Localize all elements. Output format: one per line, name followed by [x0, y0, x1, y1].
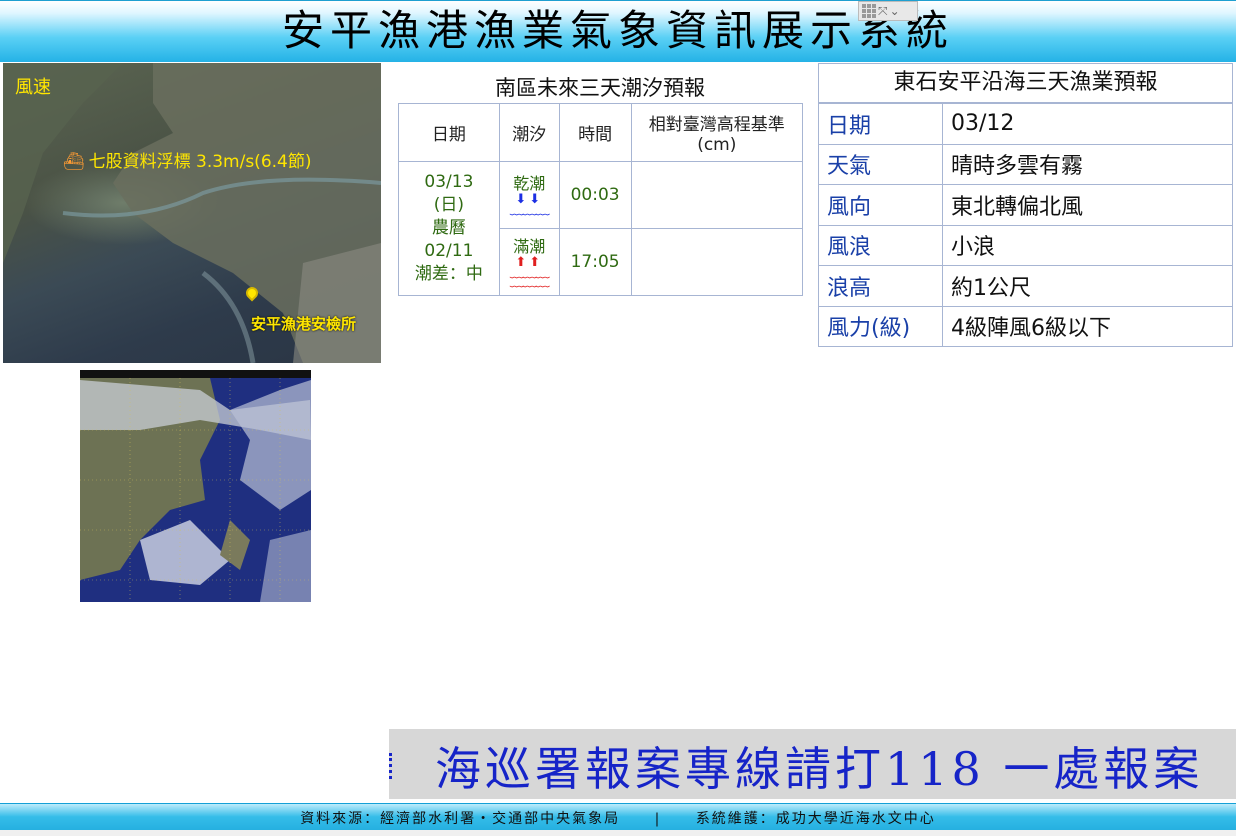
- wave-icon: ﹏﹏﹏ ﹏﹏﹏: [509, 264, 550, 290]
- tide-table: 日期 潮汐 時間 相對臺灣高程基準(cm) 03/13 (日) 農曆 02/11…: [398, 103, 804, 296]
- fishery-forecast-title: 東石安平沿海三天漁業預報: [818, 63, 1233, 103]
- tide-range: 潮差：中: [414, 264, 483, 284]
- footer-maintainer: 系統維護：成功大學近海水文中心: [695, 811, 936, 827]
- table-row: 日期 03/12: [818, 103, 1233, 145]
- tide-col-time: 時間: [558, 103, 632, 162]
- tide-forecast-title: 南區未來三天潮汐預報: [495, 76, 705, 100]
- view-options-widget[interactable]: ⤧ ⌄: [858, 1, 918, 21]
- page-title: 安平漁港漁業氣象資訊展示系統: [281, 6, 954, 55]
- table-row: 03/13 (日) 農曆 02/11 潮差：中 乾潮 ⬇⬇ ﹏﹏﹏ 00:03: [398, 161, 804, 296]
- tide-type-cell: 乾潮 ⬇⬇ ﹏﹏﹏: [498, 161, 560, 229]
- footer-source: 資料來源：經濟部水利署‧交通部中央氣象局: [300, 811, 621, 827]
- tide-time: 17:05: [558, 228, 632, 296]
- grid-icon[interactable]: [862, 4, 876, 18]
- satellite-graphic: [80, 378, 311, 602]
- wind-map-panel[interactable]: 風速 ⛴ 七股資料浮標 3.3m/s(6.4節) 安平漁港安檢所: [3, 63, 381, 363]
- tide-solar-date: 03/13: [424, 172, 474, 192]
- fishery-key: 日期: [818, 103, 943, 145]
- tide-header-row: 日期 潮汐 時間 相對臺灣高程基準(cm): [398, 103, 804, 162]
- wave-icon: ﹏﹏﹏: [509, 202, 550, 218]
- header-bar: 安平漁港漁業氣象資訊展示系統 ⤧ ⌄: [0, 0, 1236, 62]
- tide-col-type: 潮汐: [498, 103, 560, 162]
- table-row: 風向 東北轉偏北風: [818, 184, 1233, 226]
- fishery-key: 風浪: [818, 224, 943, 266]
- buoy-wind-value: 3.3m/s(6.4節): [196, 152, 312, 172]
- buoy-name: 七股資料浮標: [88, 152, 191, 172]
- fishery-key: 風向: [818, 184, 943, 226]
- fishery-value: 小浪: [942, 224, 1233, 266]
- fishery-table: 日期 03/12 天氣 晴時多雲有霧 風向 東北轉偏北風 風浪 小浪 浪高 約1…: [818, 103, 1233, 347]
- fishery-value: 4級陣風6級以下: [942, 305, 1233, 347]
- station-label: 安平漁港安檢所: [251, 315, 357, 333]
- buoy-icon: ⛴: [63, 152, 85, 172]
- tide-level: [630, 228, 804, 296]
- wind-speed-label: 風速: [15, 77, 51, 98]
- tide-time: 00:03: [558, 161, 632, 229]
- tide-weekday: (日): [433, 195, 465, 215]
- tide-level: [630, 161, 804, 229]
- marquee-edge: [389, 753, 397, 779]
- tide-type-cell: 滿潮 ⬆⬆ ﹏﹏﹏ ﹏﹏﹏: [498, 228, 560, 296]
- table-row: 浪高 約1公尺: [818, 265, 1233, 307]
- fishery-value: 約1公尺: [942, 265, 1233, 307]
- satellite-image[interactable]: [80, 370, 311, 602]
- footer-text: 資料來源：經濟部水利署‧交通部中央氣象局 | 系統維護：成功大學近海水文中心: [0, 808, 1236, 828]
- tide-date-cell: 03/13 (日) 農曆 02/11 潮差：中: [398, 161, 500, 296]
- footer-bar: 資料來源：經濟部水利署‧交通部中央氣象局 | 系統維護：成功大學近海水文中心: [0, 803, 1236, 836]
- table-row: 天氣 晴時多雲有霧: [818, 143, 1233, 185]
- fishery-value: 東北轉偏北風: [942, 184, 1233, 226]
- chevron-down-icon[interactable]: ⌄: [890, 3, 900, 19]
- tide-col-date: 日期: [398, 103, 500, 162]
- fishery-key: 天氣: [818, 143, 943, 185]
- expand-icon[interactable]: ⤧: [878, 3, 888, 19]
- fishery-value: 晴時多雲有霧: [942, 143, 1233, 185]
- marquee-text: 海巡署報案專線請打118 一處報案: [435, 742, 1204, 796]
- footer-strip: [0, 830, 1236, 836]
- buoy-reading[interactable]: ⛴ 七股資料浮標 3.3m/s(6.4節): [63, 147, 311, 172]
- fishery-key: 風力(級): [818, 305, 943, 347]
- tide-lunar-date: 02/11: [424, 241, 474, 261]
- tide-type-label: 滿潮: [513, 236, 546, 256]
- fishery-value: 03/12: [942, 103, 1233, 145]
- tide-lunar-label: 農曆: [431, 218, 466, 238]
- table-row: 風浪 小浪: [818, 224, 1233, 266]
- announcement-marquee: 海巡署報案專線請打118 一處報案: [389, 729, 1236, 799]
- fishery-key: 浪高: [818, 265, 943, 307]
- tide-col-level: 相對臺灣高程基準(cm): [630, 103, 804, 162]
- footer-separator: |: [654, 811, 662, 827]
- table-row: 風力(級) 4級陣風6級以下: [818, 305, 1233, 347]
- tide-type-label: 乾潮: [513, 174, 546, 193]
